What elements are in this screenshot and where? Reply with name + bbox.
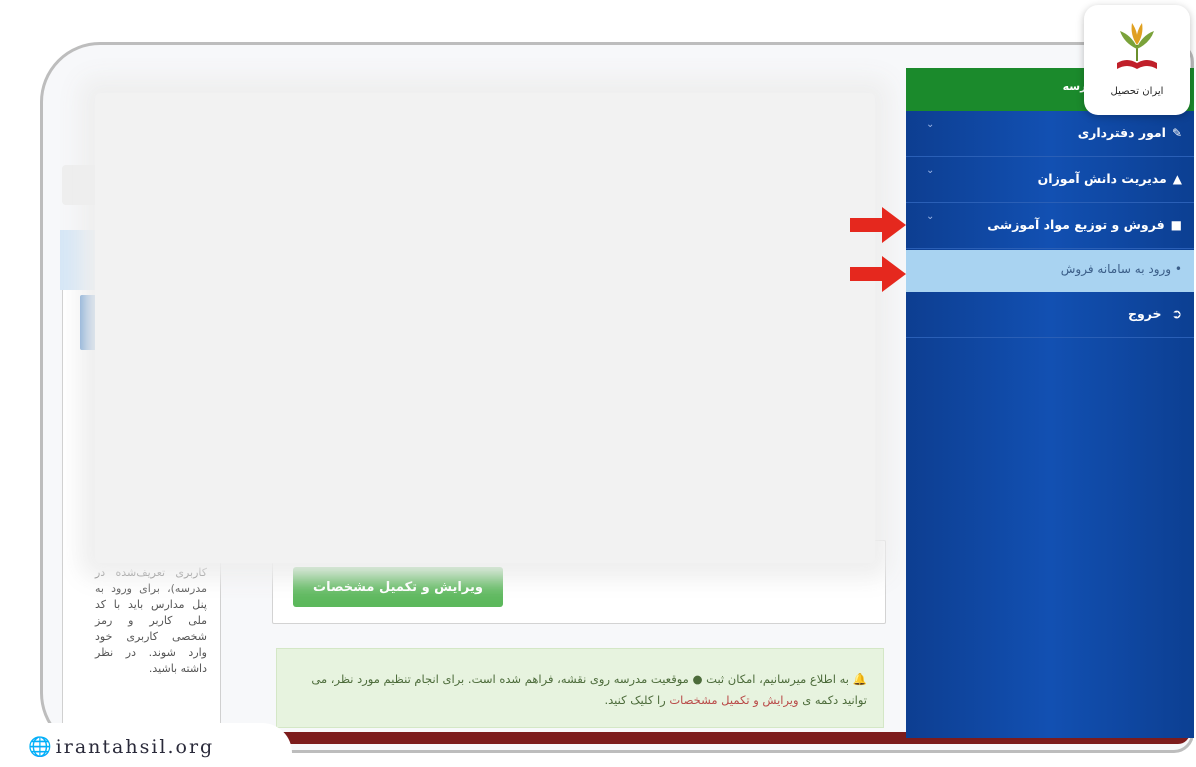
watermark-text: irantahsil.org bbox=[55, 736, 215, 758]
logout-label: خروج bbox=[1127, 306, 1162, 321]
info-alert: 🔔 به اطلاع میرسانیم، امکان ثبت ● موقعیت … bbox=[276, 648, 884, 728]
chevron-down-icon: ⌄ bbox=[926, 165, 935, 176]
sidebar-item-students[interactable]: ▲ مدیریت دانش آموزان ⌄ bbox=[906, 157, 1194, 203]
edit-icon: ✎ bbox=[1171, 126, 1182, 140]
sidebar-item-label: فروش و توزیع مواد آموزشی bbox=[987, 217, 1165, 232]
alert-link[interactable]: ویرایش و تکمیل مشخصات bbox=[669, 693, 798, 707]
book-tree-icon bbox=[1117, 23, 1157, 69]
map-pin-icon: ● bbox=[692, 672, 703, 686]
alert-text-3: را کلیک کنید. bbox=[604, 693, 666, 707]
logo-text: ایران تحصیل bbox=[1110, 86, 1164, 97]
submenu-sales-login[interactable]: • ورود به سامانه فروش bbox=[906, 250, 1194, 292]
brand-logo bbox=[1084, 5, 1190, 115]
chevron-down-icon: ⌄ bbox=[926, 119, 935, 130]
left-panel-header bbox=[60, 230, 100, 290]
globe-icon: 🌐 bbox=[28, 736, 54, 758]
submenu-label: ورود به سامانه فروش bbox=[1060, 262, 1172, 276]
chevron-down-icon: ⌄ bbox=[926, 211, 935, 222]
sidebar-item-label: مدیریت دانش آموزان bbox=[1037, 171, 1167, 186]
edit-profile-button[interactable]: ویرایش و تکمیل مشخصات bbox=[293, 567, 503, 607]
cart-icon: ■ bbox=[1170, 218, 1182, 232]
left-info-text: کاربری تعریف‌شده در مدرسه)، برای ورود به… bbox=[95, 566, 207, 675]
sidebar-item-records[interactable]: ✎ امور دفترداری ⌄ bbox=[906, 111, 1194, 157]
bullet-icon: • bbox=[1171, 262, 1182, 276]
bell-icon: 🔔 bbox=[852, 672, 867, 686]
sidebar-item-label: امور دفترداری bbox=[1077, 125, 1166, 140]
graduation-cap-icon: ▲ bbox=[1172, 172, 1182, 186]
sidebar-item-sales[interactable]: ■ فروش و توزیع مواد آموزشی ⌄ bbox=[906, 203, 1194, 249]
watermark: 🌐 irantahsil.org bbox=[28, 735, 214, 758]
logout-icon: ➲ bbox=[1171, 306, 1182, 321]
alert-text-1: به اطلاع میرسانیم، امکان ثبت bbox=[706, 672, 850, 686]
blurred-content bbox=[95, 93, 875, 563]
red-arrow-icon bbox=[850, 207, 906, 243]
red-arrow-icon bbox=[850, 256, 906, 292]
sidebar-item-logout[interactable]: ➲ خروج bbox=[906, 292, 1194, 338]
